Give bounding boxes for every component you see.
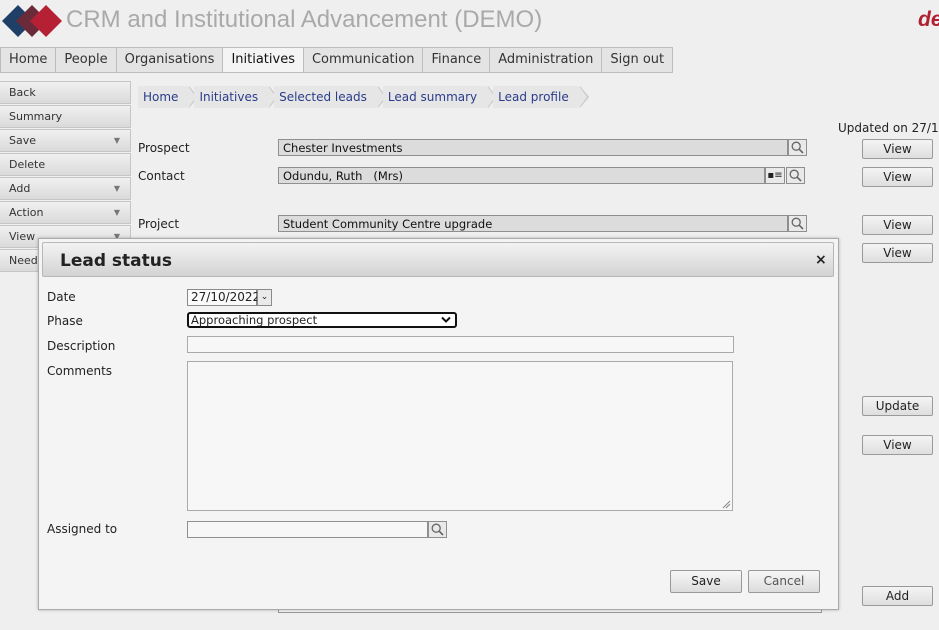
project-field[interactable]: Student Community Centre upgrade xyxy=(278,215,788,232)
breadcrumb-initiatives[interactable]: Initiatives xyxy=(194,86,278,108)
contact-card-button[interactable]: ▪≡ xyxy=(765,167,785,184)
phase-label: Phase xyxy=(47,314,83,328)
chevron-down-icon: ▼ xyxy=(113,184,120,193)
search-icon xyxy=(791,141,804,154)
phase-select[interactable]: Approaching prospect xyxy=(187,312,457,328)
comments-label: Comments xyxy=(47,364,113,378)
tab-initiatives[interactable]: Initiatives xyxy=(223,48,304,72)
breadcrumb-home[interactable]: Home xyxy=(138,86,199,108)
side-menu-label: View xyxy=(9,230,36,243)
chevron-down-icon: ▼ xyxy=(113,208,120,217)
side-menu-label: Action xyxy=(9,206,44,219)
view-contact-button[interactable]: View xyxy=(862,167,933,187)
side-menu-back[interactable]: Back xyxy=(0,81,131,104)
date-field[interactable]: 27/10/2022 xyxy=(187,289,260,306)
chevron-down-icon xyxy=(441,316,451,323)
assigned-to-search-button[interactable] xyxy=(428,521,447,538)
tab-administration[interactable]: Administration xyxy=(490,48,603,72)
side-menu-add[interactable]: Add ▼ xyxy=(0,177,131,200)
update-button[interactable]: Update xyxy=(862,396,933,416)
app-title: CRM and Institutional Advancement (DEMO) xyxy=(66,6,543,33)
side-menu-label: Delete xyxy=(9,158,46,171)
contact-search-button[interactable] xyxy=(786,167,805,184)
side-menu-label: Summary xyxy=(9,110,63,123)
chevron-down-icon: ▼ xyxy=(113,136,120,145)
search-icon xyxy=(789,169,802,182)
close-icon[interactable]: × xyxy=(815,252,827,268)
dialog-cancel-button[interactable]: Cancel xyxy=(748,570,820,593)
side-menu-label: Back xyxy=(9,86,36,99)
top-navigation: Home People Organisations Initiatives Co… xyxy=(0,47,674,73)
view-project-button[interactable]: View xyxy=(862,215,933,235)
breadcrumb-selected-leads[interactable]: Selected leads xyxy=(274,86,387,108)
phase-selected-value: Approaching prospect xyxy=(191,313,318,327)
view-button[interactable]: View xyxy=(862,243,933,263)
side-menu-label: Need xyxy=(9,254,38,267)
prospect-label: Prospect xyxy=(138,141,190,155)
tab-people[interactable]: People xyxy=(56,48,117,72)
assigned-to-label: Assigned to xyxy=(47,522,118,536)
search-icon xyxy=(791,217,804,230)
tab-sign-out[interactable]: Sign out xyxy=(602,48,672,72)
project-search-button[interactable] xyxy=(788,215,807,232)
contact-field[interactable]: Odundu, Ruth (Mrs) xyxy=(278,167,765,184)
prospect-field[interactable]: Chester Investments xyxy=(278,139,788,156)
side-menu-action[interactable]: Action ▼ xyxy=(0,201,131,224)
updated-text: Updated on 27/10/2 xyxy=(838,121,939,135)
prospect-search-button[interactable] xyxy=(788,139,807,156)
side-menu-save[interactable]: Save ▼ xyxy=(0,129,131,152)
lead-status-dialog: Lead status × Date 27/10/2022 ⌄ Phase Ap… xyxy=(38,238,839,610)
dialog-title: Lead status xyxy=(60,251,172,271)
date-picker-button[interactable]: ⌄ xyxy=(257,289,272,306)
description-input[interactable] xyxy=(187,336,734,353)
tab-home[interactable]: Home xyxy=(1,48,57,72)
dialog-header: Lead status × xyxy=(42,242,834,277)
tab-finance[interactable]: Finance xyxy=(423,48,491,72)
side-menu-summary[interactable]: Summary xyxy=(0,105,131,128)
tab-organisations[interactable]: Organisations xyxy=(117,48,224,72)
assigned-to-field[interactable] xyxy=(187,521,428,538)
tab-communication[interactable]: Communication xyxy=(304,48,424,72)
chevron-down-icon: ⌄ xyxy=(260,292,269,302)
resize-handle-icon[interactable] xyxy=(722,500,731,509)
add-button[interactable]: Add xyxy=(862,586,933,606)
contact-card-icon: ▪≡ xyxy=(767,170,783,181)
project-label: Project xyxy=(138,217,180,231)
breadcrumb-lead-summary[interactable]: Lead summary xyxy=(382,86,498,108)
app-logo xyxy=(2,5,62,37)
view-prospect-button[interactable]: View xyxy=(862,139,933,159)
comments-textarea[interactable] xyxy=(187,361,733,511)
breadcrumb: Home Initiatives Selected leads Lead sum… xyxy=(138,86,589,108)
contact-label: Contact xyxy=(138,169,185,183)
side-menu-label: Add xyxy=(9,182,31,195)
view-button[interactable]: View xyxy=(862,435,933,455)
brand-logo-text: de xyxy=(918,8,939,31)
breadcrumb-lead-profile[interactable]: Lead profile xyxy=(493,86,589,108)
description-label: Description xyxy=(47,339,116,353)
side-menu-label: Save xyxy=(9,134,37,147)
dialog-save-button[interactable]: Save xyxy=(670,570,742,593)
side-menu-delete[interactable]: Delete xyxy=(0,153,131,176)
date-label: Date xyxy=(47,290,76,304)
search-icon xyxy=(431,523,444,536)
